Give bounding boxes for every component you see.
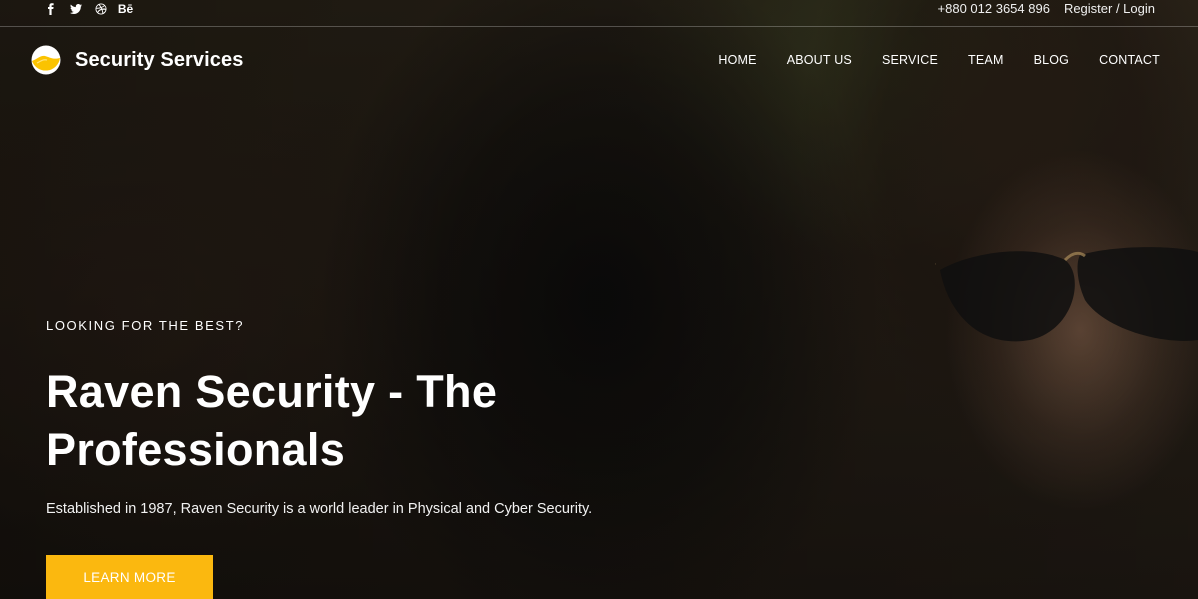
hero-title-line-2: Professionals — [46, 424, 346, 475]
top-bar: Bē +880 012 3654 896 Register / Login — [0, 0, 1198, 27]
hero-description: Established in 1987, Raven Security is a… — [46, 501, 593, 517]
facebook-icon[interactable] — [44, 2, 57, 15]
register-login-link[interactable]: Register / Login — [1064, 1, 1155, 16]
hero-title: Raven Security - The Professionals — [46, 363, 686, 479]
main-header: Security Services HOME ABOUT US SERVICE … — [0, 27, 1198, 95]
brand-name: Security Services — [75, 48, 244, 71]
hero-title-line-1: Raven Security - The — [46, 366, 498, 417]
phone-number: +880 012 3654 896 — [937, 1, 1050, 16]
hero-content: LOOKING FOR THE BEST? Raven Security - T… — [46, 318, 686, 599]
main-menu: HOME ABOUT US SERVICE TEAM BLOG CONTACT — [718, 53, 1160, 67]
menu-item-blog[interactable]: BLOG — [1034, 53, 1070, 67]
logo-icon — [31, 45, 61, 75]
learn-more-button[interactable]: LEARN MORE — [46, 555, 213, 599]
logo[interactable]: Security Services — [31, 45, 243, 75]
sunglasses-shape — [935, 247, 1198, 342]
social-links: Bē — [44, 2, 133, 15]
dribbble-icon[interactable] — [94, 2, 107, 15]
menu-item-contact[interactable]: CONTACT — [1099, 53, 1160, 67]
menu-item-service[interactable]: SERVICE — [882, 53, 938, 67]
top-contact: +880 012 3654 896 Register / Login — [938, 1, 1155, 16]
hero-eyebrow: LOOKING FOR THE BEST? — [46, 318, 245, 333]
behance-icon[interactable]: Bē — [118, 2, 133, 15]
menu-item-about-us[interactable]: ABOUT US — [787, 53, 852, 67]
twitter-icon[interactable] — [69, 2, 82, 15]
menu-item-home[interactable]: HOME — [718, 53, 756, 67]
hero-section: Bē +880 012 3654 896 Register / Login Se… — [0, 0, 1198, 599]
menu-item-team[interactable]: TEAM — [968, 53, 1004, 67]
